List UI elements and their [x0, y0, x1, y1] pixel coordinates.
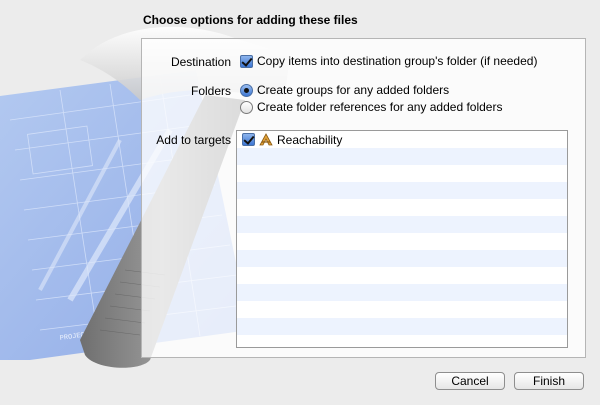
- dialog-heading: Choose options for adding these files: [143, 13, 358, 27]
- target-row-reachability[interactable]: Reachability: [237, 131, 567, 148]
- create-groups-label: Create groups for any added folders: [257, 83, 450, 97]
- list-row: [237, 199, 567, 216]
- list-row: [237, 233, 567, 250]
- copy-items-label: Copy items into destination group's fold…: [257, 54, 538, 68]
- finish-button[interactable]: Finish: [514, 372, 584, 390]
- list-row: [237, 182, 567, 199]
- list-row: [237, 318, 567, 335]
- list-row: [237, 165, 567, 182]
- target-checkbox[interactable]: [242, 133, 255, 146]
- list-row: [237, 335, 567, 347]
- list-row: [237, 301, 567, 318]
- list-row: [237, 216, 567, 233]
- create-folder-references-option[interactable]: Create folder references for any added f…: [240, 100, 502, 114]
- folders-label: Folders: [190, 84, 231, 98]
- destination-label: Destination: [170, 55, 231, 69]
- cancel-button[interactable]: Cancel: [435, 372, 505, 390]
- copy-items-checkbox[interactable]: [240, 54, 253, 68]
- create-folder-references-radio[interactable]: [240, 100, 253, 114]
- app-target-icon: [259, 132, 273, 145]
- targets-label: Add to targets: [156, 133, 231, 147]
- list-row: [237, 284, 567, 301]
- list-row: [237, 267, 567, 284]
- create-groups-option[interactable]: Create groups for any added folders: [240, 83, 449, 97]
- create-groups-radio[interactable]: [240, 83, 253, 97]
- target-name: Reachability: [277, 132, 343, 147]
- list-row: [237, 148, 567, 165]
- list-row: [237, 250, 567, 267]
- copy-items-option[interactable]: Copy items into destination group's fold…: [240, 54, 537, 68]
- targets-list[interactable]: Reachability: [236, 130, 568, 348]
- create-folder-references-label: Create folder references for any added f…: [257, 100, 503, 114]
